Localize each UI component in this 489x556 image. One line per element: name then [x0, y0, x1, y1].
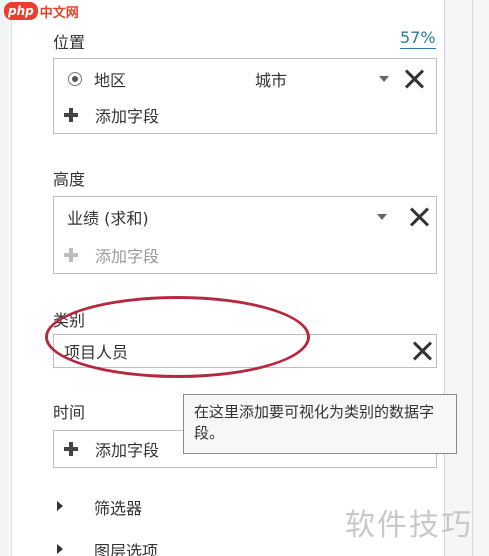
- category-tooltip: 在这里添加要可视化为类别的数据字段。: [183, 394, 457, 454]
- watermark-top: php 中文网: [4, 1, 79, 21]
- close-icon[interactable]: [411, 340, 433, 362]
- location-add-field-row[interactable]: 添加字段: [54, 97, 436, 133]
- plus-icon: [64, 442, 78, 456]
- layer-options-expander[interactable]: 图层选项: [94, 538, 158, 556]
- watermark-logo: php: [4, 2, 38, 20]
- plus-icon: [64, 248, 78, 262]
- location-well[interactable]: 地区 城市 添加字段: [53, 58, 437, 134]
- dropdown-caret-icon[interactable]: [377, 214, 387, 220]
- close-icon[interactable]: [408, 206, 430, 228]
- location-field-row[interactable]: 地区 城市: [54, 61, 436, 97]
- location-field-name: 地区: [94, 71, 127, 90]
- plus-icon: [64, 108, 78, 122]
- filters-expander[interactable]: 筛选器: [94, 495, 142, 519]
- location-label: 位置: [53, 33, 86, 52]
- height-field-name: 业绩 (求和): [67, 209, 149, 228]
- panel-divider: [444, 0, 445, 556]
- location-add-field-label: 添加字段: [95, 107, 160, 126]
- height-field-row[interactable]: 业绩 (求和): [54, 199, 436, 235]
- right-inner-divider: [472, 0, 473, 556]
- location-subfield-name: 城市: [255, 71, 288, 90]
- watermark-bottom: 软件技巧: [345, 508, 473, 543]
- expand-arrow-icon[interactable]: [57, 501, 63, 511]
- left-edge-strip: [0, 0, 12, 556]
- expand-arrow-icon[interactable]: [57, 544, 63, 554]
- watermark-text: 中文网: [39, 5, 79, 21]
- highlight-ellipse: [45, 296, 310, 378]
- height-well[interactable]: 业绩 (求和) 添加字段: [53, 196, 437, 274]
- height-add-field-label: 添加字段: [95, 247, 160, 266]
- radio-icon[interactable]: [68, 72, 82, 86]
- close-icon[interactable]: [403, 68, 425, 90]
- time-label: 时间: [53, 403, 86, 422]
- height-add-field-row[interactable]: 添加字段: [54, 237, 436, 273]
- height-label: 高度: [53, 170, 86, 189]
- location-percent-link[interactable]: 57%: [400, 28, 436, 49]
- dropdown-caret-icon[interactable]: [379, 76, 389, 82]
- time-add-field-label: 添加字段: [95, 441, 160, 460]
- right-scroll-area[interactable]: [444, 0, 489, 556]
